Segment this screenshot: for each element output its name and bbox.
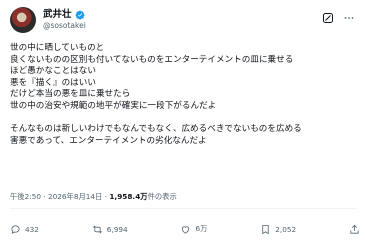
share-button[interactable] bbox=[349, 224, 360, 235]
like-icon bbox=[182, 225, 190, 234]
post-line: 世の中に晒していものと bbox=[10, 43, 105, 53]
bookmark-count: 2,052 bbox=[275, 224, 297, 234]
meta-separator: · bbox=[43, 192, 46, 201]
post-line: 世の中の治安や規範の地平が確実に一段下がるんだよ bbox=[10, 100, 217, 111]
bookmark-button[interactable]: 2,052 bbox=[260, 224, 296, 235]
reply-button[interactable]: 432 bbox=[10, 224, 39, 235]
post-line: 悪を『描く』のはいい bbox=[10, 77, 96, 88]
repost-icon bbox=[93, 225, 102, 233]
header-icons bbox=[322, 12, 355, 24]
post-line: 良くないものの区別も付いてないものをエンターテイメントの皿に乗せる bbox=[10, 54, 294, 65]
bookmark-icon bbox=[262, 224, 269, 234]
grok-icon[interactable] bbox=[322, 12, 334, 24]
divider bbox=[10, 208, 357, 209]
reply-count: 432 bbox=[25, 224, 39, 234]
action-bar: 432 6,994 6万 2,052 bbox=[10, 222, 360, 236]
verified-badge-icon bbox=[75, 10, 84, 20]
name-row: 武井壮 bbox=[43, 9, 85, 20]
post-header: 武井壮 @sosotakei bbox=[10, 7, 355, 33]
more-icon[interactable] bbox=[343, 12, 355, 24]
share-icon bbox=[350, 224, 359, 234]
views-label: 件の表示 bbox=[147, 192, 177, 201]
post-line: だけど本当の悪を皿に乗せたら bbox=[10, 89, 131, 100]
reply-icon bbox=[11, 224, 20, 234]
post-line: ほど愚かなことはない bbox=[10, 66, 96, 77]
avatar[interactable] bbox=[10, 7, 36, 33]
post-line: 害悪であって、エンターテイメントの劣化なんだよ bbox=[10, 135, 207, 146]
author-name[interactable]: 武井壮 bbox=[43, 9, 72, 20]
post-time[interactable]: 午後2:50 bbox=[10, 192, 41, 201]
like-count: 6万 bbox=[195, 224, 208, 233]
post-date[interactable]: 2026年8月14日 bbox=[48, 192, 102, 201]
meta-separator: · bbox=[104, 192, 108, 201]
like-button[interactable]: 6万 bbox=[180, 224, 207, 235]
repost-button[interactable]: 6,994 bbox=[92, 224, 128, 235]
author-handle[interactable]: @sosotakei bbox=[43, 21, 86, 30]
post-card: 武井壮 @sosotakei 世の中に晒していものと 良くないものの区別も付いて… bbox=[0, 0, 365, 240]
post-meta: 午後2:50 · 2026年8月14日 · 1,958.4万件の表示 bbox=[10, 192, 177, 202]
repost-count: 6,994 bbox=[106, 224, 128, 234]
post-line: そんなものは新しいわけでもなんでもなく、広めるべきでないものを広める bbox=[10, 124, 302, 135]
views-count: 1,958.4万 bbox=[109, 192, 148, 201]
post-text: 世の中に晒していものと 良くないものの区別も付いてないものをエンターテイメントの… bbox=[10, 43, 360, 147]
